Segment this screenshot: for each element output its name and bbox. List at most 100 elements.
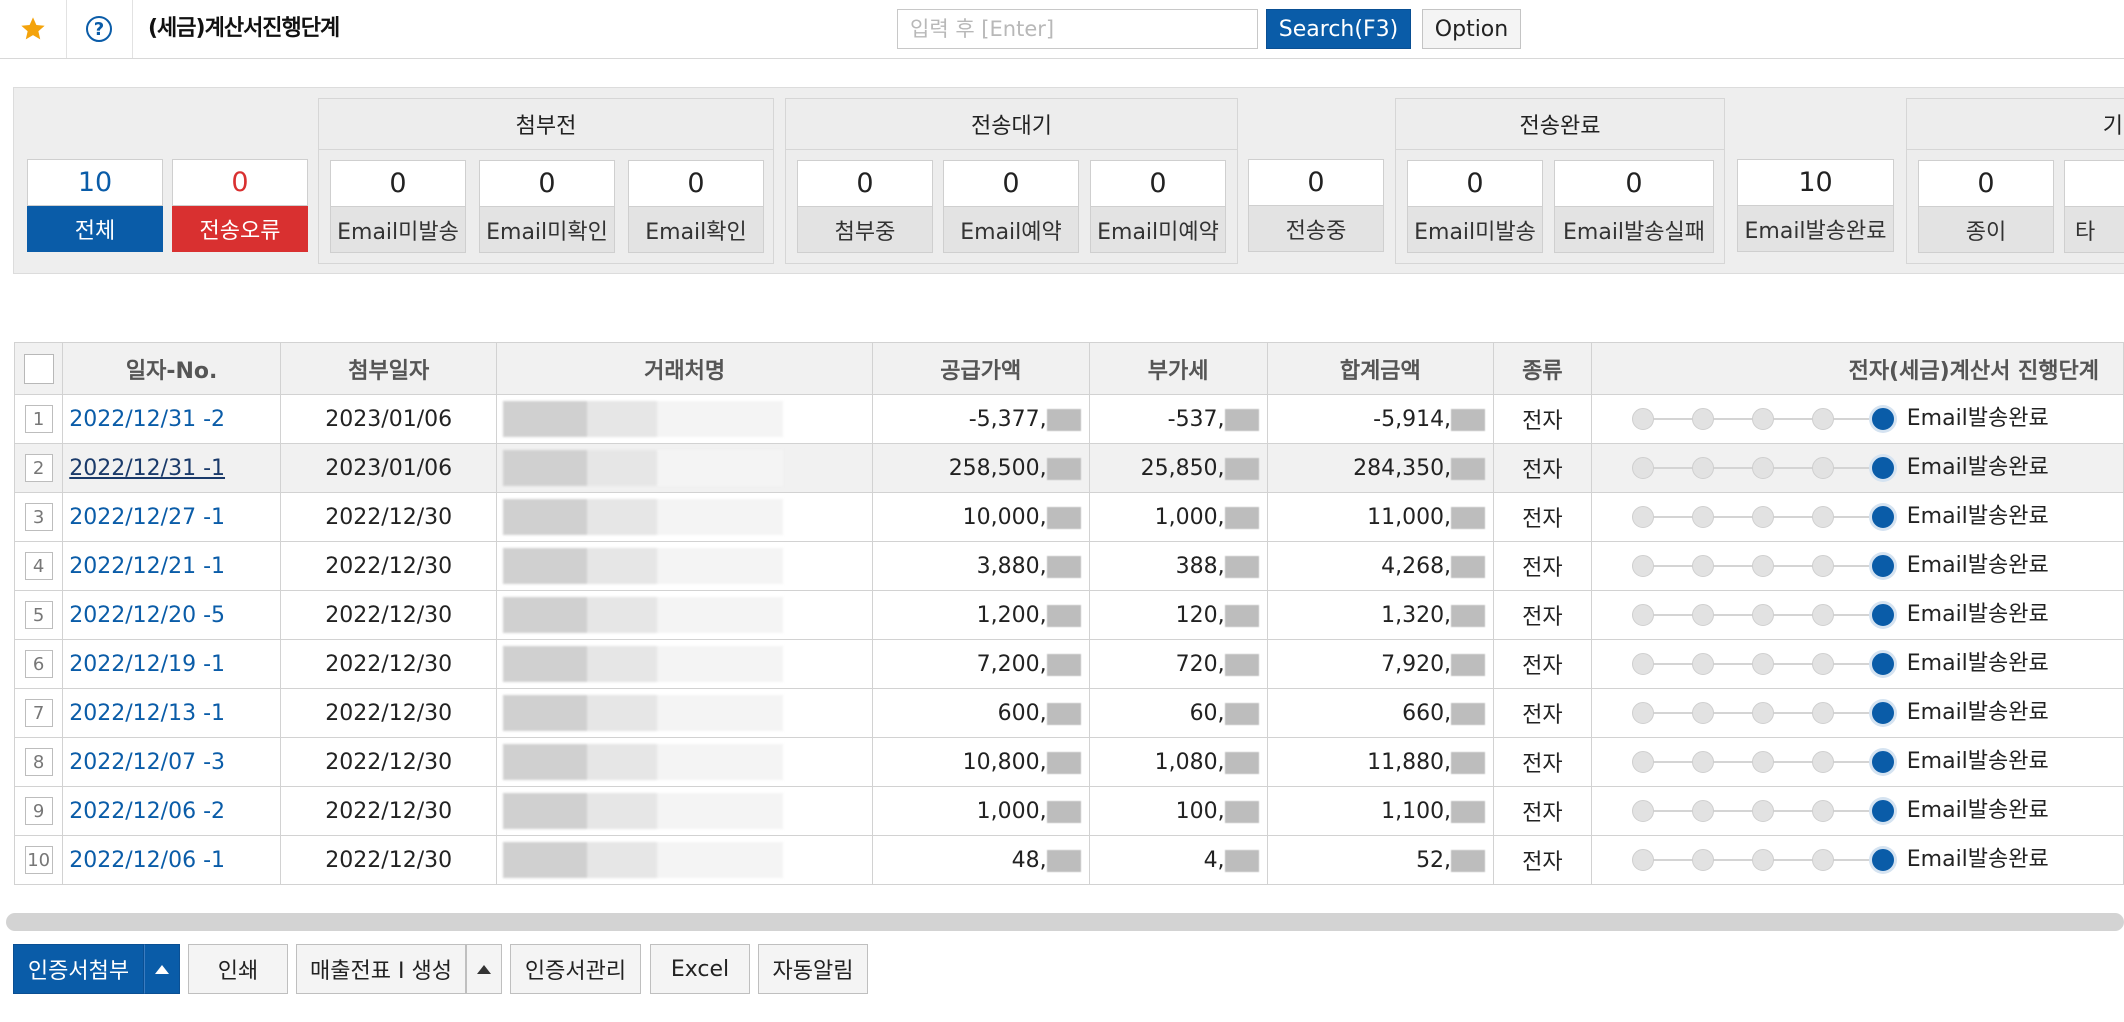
customer-cell [496, 541, 873, 591]
table-row[interactable]: 3 2022/12/27 -1 2022/12/30 10,000, 1,000, 11,… [13, 492, 2124, 542]
select-all-checkbox[interactable] [23, 353, 54, 384]
page-title: (세금)계산서진행단계 [148, 16, 340, 41]
help-button[interactable]: ? [66, 0, 133, 58]
customer-cell [496, 492, 873, 542]
supply-amount: 1,000, [976, 798, 1047, 824]
table-row[interactable]: 9 2022/12/06 -2 2022/12/30 1,000, 100, 1,100,… [13, 786, 2124, 836]
filter-email-unsent[interactable]: 0 Email미발송 [330, 160, 466, 253]
favorite-button[interactable] [0, 0, 67, 58]
sales-slip-button[interactable]: 매출전표 I 생성 [296, 944, 466, 994]
date-no-link[interactable]: 2022/12/31 -2 [64, 407, 225, 432]
filter-email-unscheduled[interactable]: 0 Email미예약 [1090, 160, 1226, 253]
attach-cert-button[interactable]: 인증서첨부 [13, 944, 144, 994]
date-no-link[interactable]: 2022/12/06 -2 [64, 799, 225, 824]
col-supply-amount[interactable]: 공급가액 [871, 342, 1090, 395]
col-vat[interactable]: 부가세 [1088, 342, 1268, 395]
count-value: 0 [943, 160, 1079, 207]
redacted-digits [1046, 653, 1081, 676]
col-progress[interactable]: 전자(세금)계산서 진행단계 [1590, 342, 2124, 395]
col-date-no[interactable]: 일자-No. [62, 342, 282, 395]
filter-email-send-failed[interactable]: 0 Email발송실패 [1554, 160, 1714, 253]
row-number-cell[interactable]: 10 [13, 835, 64, 885]
progress-step-dot [1631, 751, 1654, 773]
select-all-cell[interactable] [13, 342, 64, 395]
supply-amount: 48, [1011, 847, 1047, 873]
filter-email-checked[interactable]: 0 Email확인 [628, 160, 764, 253]
attach-cert-dropdown[interactable] [144, 944, 180, 994]
date-no-link[interactable]: 2022/12/31 -1 [64, 456, 225, 481]
row-number: 2 [24, 454, 53, 482]
row-number-cell[interactable]: 4 [13, 541, 64, 591]
date-no-link[interactable]: 2022/12/27 -1 [64, 505, 225, 530]
vat-amount: 1,080, [1154, 749, 1225, 775]
group-title: 첨부전 [319, 99, 773, 150]
row-number: 10 [24, 846, 53, 874]
table-row[interactable]: 6 2022/12/19 -1 2022/12/30 7,200, 720, 7,920,… [13, 639, 2124, 689]
filter-send-error[interactable]: 0 전송오류 [172, 159, 308, 252]
col-attach-date[interactable]: 첨부일자 [280, 342, 498, 395]
date-no-link[interactable]: 2022/12/21 -1 [64, 554, 225, 579]
supply-amount-cell: 7,200, [871, 639, 1090, 689]
filter-paper[interactable]: 0 종이 [1918, 160, 2054, 253]
total-amount-cell: 1,320, [1266, 590, 1495, 640]
row-number-cell[interactable]: 7 [13, 688, 64, 738]
redacted-digits [1451, 800, 1486, 823]
header-bar: ? (세금)계산서진행단계 Search(F3) Option [0, 0, 2124, 59]
col-customer[interactable]: 거래처명 [496, 342, 873, 395]
progress-step-dot [1811, 800, 1834, 822]
date-no-link[interactable]: 2022/12/19 -1 [64, 652, 225, 677]
kind-cell: 전자 [1493, 541, 1592, 591]
option-button[interactable]: Option [1422, 9, 1521, 49]
status-text: Email발송완료 [1906, 455, 2049, 480]
progress-stepper: Email발송완료 [1592, 788, 2122, 835]
table-row[interactable]: 7 2022/12/13 -1 2022/12/30 600, 60, 660, 전자 Ema… [13, 688, 2124, 738]
filter-label: 전송오류 [172, 206, 308, 252]
col-kind[interactable]: 종류 [1493, 342, 1592, 395]
filter-sending[interactable]: 0 전송중 [1248, 159, 1384, 252]
excel-button[interactable]: Excel [650, 944, 750, 994]
search-button[interactable]: Search(F3) [1266, 9, 1411, 49]
table-row[interactable]: 4 2022/12/21 -1 2022/12/30 3,880, 388, 4,268,… [13, 541, 2124, 591]
progress-step-dot [1871, 408, 1894, 430]
table-row[interactable]: 8 2022/12/07 -3 2022/12/30 10,800, 1,080, 11,… [13, 737, 2124, 787]
table-row[interactable]: 1 2022/12/31 -2 2023/01/06 -5,377, -537, -5,9… [13, 394, 2124, 444]
progress-cell: Email발송완료 [1590, 590, 2124, 640]
filter-email-sent-complete[interactable]: 10 Email발송완료 [1737, 159, 1894, 252]
filter-total[interactable]: 10 전체 [27, 159, 163, 252]
col-total-amount[interactable]: 합계금액 [1266, 342, 1495, 395]
search-input[interactable] [897, 9, 1258, 49]
auto-alert-button[interactable]: 자동알림 [758, 944, 868, 994]
filter-attaching[interactable]: 0 첨부중 [797, 160, 933, 253]
table-row[interactable]: 10 2022/12/06 -1 2022/12/30 48, 4, 52, 전자 Email… [13, 835, 2124, 885]
date-no-link[interactable]: 2022/12/13 -1 [64, 701, 225, 726]
date-no-link[interactable]: 2022/12/07 -3 [64, 750, 225, 775]
row-number-cell[interactable]: 3 [13, 492, 64, 542]
row-number-cell[interactable]: 1 [13, 394, 64, 444]
table-row[interactable]: 5 2022/12/20 -5 2022/12/30 1,200, 120, 1,320,… [13, 590, 2124, 640]
progress-step-dot [1691, 457, 1714, 479]
table-row[interactable]: 2 2022/12/31 -1 2023/01/06 258,500, 25,850, 2… [13, 443, 2124, 493]
cert-manage-button[interactable]: 인증서관리 [510, 944, 641, 994]
customer-cell [496, 688, 873, 738]
row-number-cell[interactable]: 5 [13, 590, 64, 640]
filter-email-scheduled[interactable]: 0 Email예약 [943, 160, 1079, 253]
group-title: 기 [1907, 99, 2124, 150]
date-no-link[interactable]: 2022/12/20 -5 [64, 603, 225, 628]
row-number: 1 [24, 405, 53, 433]
filter-email-unchecked[interactable]: 0 Email미확인 [479, 160, 615, 253]
row-number-cell[interactable]: 8 [13, 737, 64, 787]
sales-slip-dropdown[interactable] [466, 944, 502, 994]
horizontal-scrollbar[interactable] [6, 913, 2124, 931]
filter-other[interactable]: 타 [2064, 160, 2124, 253]
progress-step-dot [1871, 604, 1894, 626]
date-no-cell: 2022/12/20 -5 [62, 590, 282, 640]
count-value: 0 [479, 160, 615, 207]
row-number-cell[interactable]: 2 [13, 443, 64, 493]
row-number-cell[interactable]: 9 [13, 786, 64, 836]
group-send-complete: 전송완료 0 Email미발송 0 Email발송실패 [1395, 98, 1725, 264]
filter-email-unsent-complete[interactable]: 0 Email미발송 [1407, 160, 1543, 253]
date-no-link[interactable]: 2022/12/06 -1 [64, 848, 225, 873]
print-button[interactable]: 인쇄 [188, 944, 288, 994]
row-number-cell[interactable]: 6 [13, 639, 64, 689]
total-amount-cell: 11,880, [1266, 737, 1495, 787]
